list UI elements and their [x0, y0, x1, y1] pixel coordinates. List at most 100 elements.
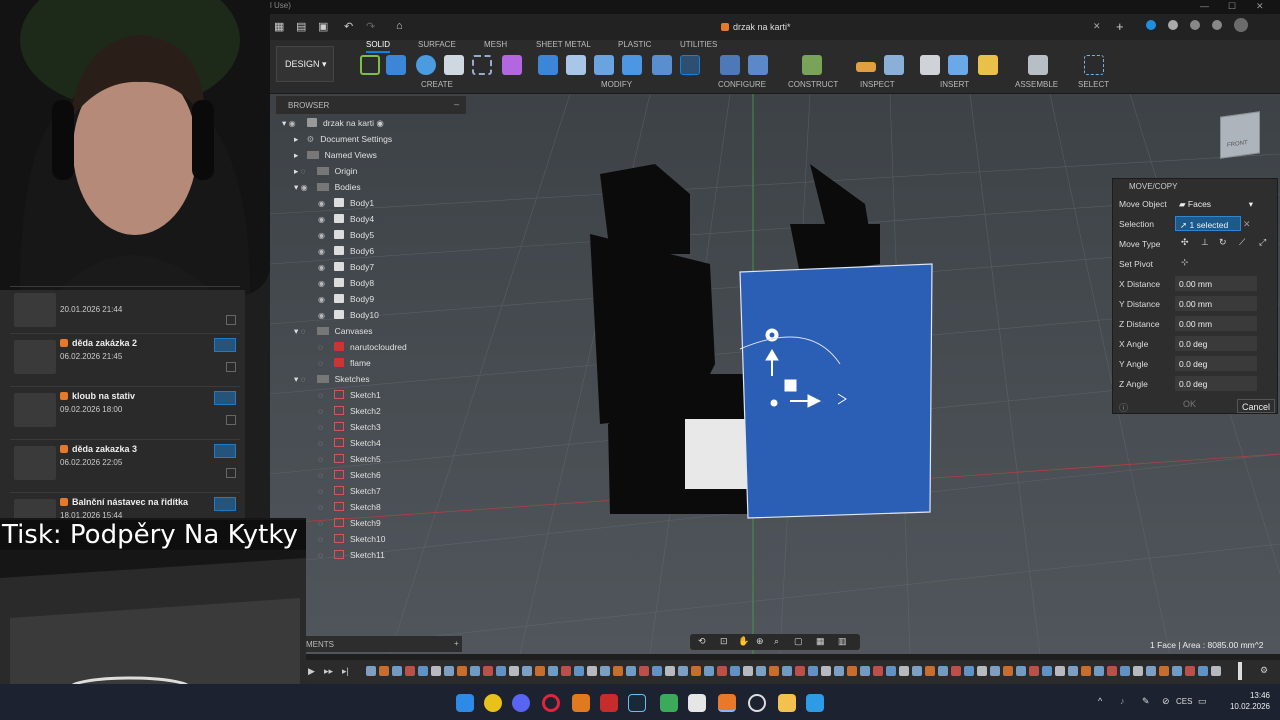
rotate-icon[interactable]: ↻ [1219, 237, 1227, 248]
timeline-feature-icon[interactable] [847, 666, 857, 676]
card-menu-icon[interactable] [226, 362, 236, 372]
timeline-feature-icon[interactable] [1211, 666, 1221, 676]
timeline-feature-icon[interactable] [1068, 666, 1078, 676]
press-pull-icon[interactable] [538, 55, 558, 75]
visibility-icon[interactable]: ◌ [301, 375, 311, 384]
discord-icon[interactable] [512, 694, 530, 712]
timeline-feature-icon[interactable] [873, 666, 883, 676]
open-design-icon[interactable] [214, 444, 236, 458]
display-settings-icon[interactable]: ▢ [794, 636, 803, 647]
y-angle-input[interactable]: 0.0 deg [1175, 356, 1257, 371]
card-menu-icon[interactable] [226, 468, 236, 478]
fit-icon[interactable]: ⌕ [774, 636, 779, 647]
timeline-feature-icon[interactable] [730, 666, 740, 676]
insert-decal-icon[interactable] [978, 55, 998, 75]
body-item[interactable]: ◉ Body8 [318, 278, 374, 288]
file-explorer-icon[interactable] [778, 694, 796, 712]
opera-icon[interactable] [542, 694, 560, 712]
visibility-icon[interactable]: ◉ [318, 279, 328, 288]
timeline-feature-icon[interactable] [652, 666, 662, 676]
app-icon-orange[interactable] [572, 694, 590, 712]
timeline-feature-icon[interactable] [1003, 666, 1013, 676]
timeline-settings-icon[interactable]: ⚙ [1260, 665, 1268, 676]
timeline-feature-icon[interactable] [561, 666, 571, 676]
point-to-position-icon[interactable]: ⤢ [1259, 237, 1266, 248]
set-pivot-icon[interactable]: ⊹ [1181, 257, 1189, 268]
info-icon[interactable]: ⓘ [1119, 401, 1128, 414]
app-icon-blue[interactable] [806, 694, 824, 712]
fusion-taskbar-icon[interactable] [718, 694, 736, 712]
timeline-feature-icon[interactable] [574, 666, 584, 676]
timeline-feature-icon[interactable] [756, 666, 766, 676]
timeline-feature-icon[interactable] [860, 666, 870, 676]
visibility-icon[interactable]: ◌ [318, 359, 328, 368]
visibility-icon[interactable]: ◌ [318, 407, 328, 416]
visibility-icon[interactable]: ◉ [318, 231, 328, 240]
app-icon-green[interactable] [660, 694, 678, 712]
timeline-feature-icon[interactable] [431, 666, 441, 676]
visibility-icon[interactable]: ◉ [318, 311, 328, 320]
measure-icon[interactable] [856, 62, 876, 72]
add-comment-icon[interactable]: + [454, 639, 459, 648]
minimize-icon[interactable]: — [1200, 1, 1209, 11]
timeline-feature-icon[interactable] [691, 666, 701, 676]
close-tab-icon[interactable]: ✕ [1093, 21, 1101, 32]
timeline-feature-icon[interactable] [782, 666, 792, 676]
timeline-feature-icon[interactable] [678, 666, 688, 676]
group-construct[interactable]: CONSTRUCT [788, 80, 838, 89]
timeline-feature-icon[interactable] [392, 666, 402, 676]
timeline-next-icon[interactable]: ▸▸ [324, 666, 333, 677]
tab-utilities[interactable]: UTILITIES [680, 40, 717, 49]
sketch-item[interactable]: ◌ Sketch7 [318, 486, 381, 496]
split-body-icon[interactable] [652, 55, 672, 75]
home-icon[interactable]: ⌂ [396, 20, 403, 32]
browser-item-canvases[interactable]: ▾ ◌ Canvases [294, 326, 372, 337]
timeline-feature-icon[interactable] [886, 666, 896, 676]
timeline-feature-icon[interactable] [834, 666, 844, 676]
timeline-feature-icon[interactable] [990, 666, 1000, 676]
hole-icon[interactable] [444, 55, 464, 75]
undo-icon[interactable]: ↶ [344, 20, 353, 33]
group-modify[interactable]: MODIFY [601, 80, 632, 89]
timeline-feature-icon[interactable] [743, 666, 753, 676]
y-distance-input[interactable]: 0.00 mm [1175, 296, 1257, 311]
visibility-icon[interactable]: ◉ [318, 199, 328, 208]
timeline-feature-icon[interactable] [912, 666, 922, 676]
timeline-feature-icon[interactable] [1081, 666, 1091, 676]
combine-icon[interactable] [622, 55, 642, 75]
timeline-feature-icon[interactable] [457, 666, 467, 676]
design-card[interactable]: kloub na stativ 09.02.2026 18:00 [10, 386, 240, 434]
z-distance-input[interactable]: 0.00 mm [1175, 316, 1257, 331]
browser-item-sketches[interactable]: ▾ ◌ Sketches [294, 374, 370, 385]
view-cube[interactable]: FRONT [1220, 111, 1260, 159]
timeline-end-icon[interactable]: ▸| [342, 666, 349, 677]
chatgpt-icon[interactable] [748, 694, 766, 712]
visibility-icon[interactable]: ◌ [318, 439, 328, 448]
timeline-feature-icon[interactable] [548, 666, 558, 676]
timeline-feature-icon[interactable] [496, 666, 506, 676]
z-angle-input[interactable]: 0.0 deg [1175, 376, 1257, 391]
timeline-feature-icon[interactable] [366, 666, 376, 676]
open-design-icon[interactable] [214, 338, 236, 352]
visibility-icon[interactable]: ◌ [318, 423, 328, 432]
timeline-feature-icon[interactable] [899, 666, 909, 676]
timeline-feature-icon[interactable] [1120, 666, 1130, 676]
tray-link-icon[interactable]: ⊘ [1162, 696, 1170, 707]
comments-bar[interactable]: MENTS + [306, 636, 462, 652]
timeline-feature-icon[interactable] [1029, 666, 1039, 676]
redo-icon[interactable]: ↷ [366, 20, 375, 33]
tab-surface[interactable]: SURFACE [418, 40, 456, 49]
free-move-icon[interactable]: ✣ [1181, 237, 1189, 248]
sketch-item[interactable]: ◌ Sketch2 [318, 406, 381, 416]
sketch-item[interactable]: ◌ Sketch5 [318, 454, 381, 464]
visibility-icon[interactable]: ◌ [318, 487, 328, 496]
selection-field[interactable]: ➚ 1 selected [1175, 216, 1241, 231]
apps-grid-icon[interactable]: ▦ [274, 20, 284, 33]
visibility-icon[interactable]: ◌ [301, 327, 311, 336]
timeline-feature-icon[interactable] [1094, 666, 1104, 676]
insert-canvas-icon[interactable] [948, 55, 968, 75]
timeline-feature-icon[interactable] [626, 666, 636, 676]
timeline-feature-icon[interactable] [483, 666, 493, 676]
timeline-feature-icon[interactable] [639, 666, 649, 676]
sketch-item[interactable]: ◌ Sketch4 [318, 438, 381, 448]
